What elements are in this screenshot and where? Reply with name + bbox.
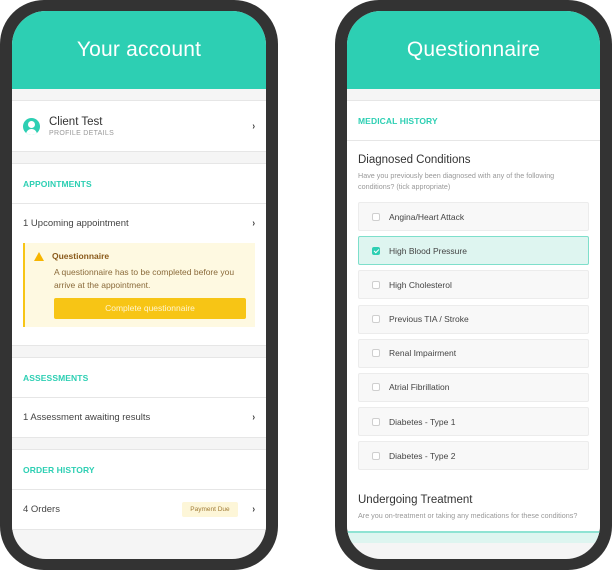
payment-due-badge: Payment Due <box>182 502 238 517</box>
condition-label: Diabetes - Type 2 <box>389 450 456 461</box>
undergoing-treatment-heading: Undergoing Treatment <box>358 493 473 506</box>
chevron-right-icon: › <box>251 120 255 132</box>
condition-option-renal-impairment[interactable]: Renal Impairment <box>358 338 589 368</box>
conditions-list: Angina/Heart Attack High Blood Pressure … <box>347 192 600 471</box>
appointments-block: APPOINTMENTS 1 Upcoming appointment › Qu… <box>12 164 266 346</box>
phone-frame-questionnaire: Questionnaire MEDICAL HISTORY Diagnosed … <box>335 0 612 570</box>
condition-option-high-cholesterol[interactable]: High Cholesterol <box>358 270 589 300</box>
chevron-right-icon: › <box>251 412 255 423</box>
checkbox[interactable] <box>372 349 380 358</box>
alert-text: A questionnaire has to be completed befo… <box>54 267 235 290</box>
checkbox[interactable] <box>372 451 380 460</box>
condition-label: Previous TIA / Stroke <box>389 314 469 325</box>
condition-option-high-blood-pressure[interactable]: High Blood Pressure <box>358 236 589 266</box>
questionnaire-alert: Questionnaire A questionnaire has to be … <box>23 243 255 327</box>
order-history-block: ORDER HISTORY 4 Orders Payment Due › <box>12 450 266 530</box>
orders-row[interactable]: 4 Orders Payment Due › <box>12 490 266 529</box>
condition-option-diabetes-type-1[interactable]: Diabetes - Type 1 <box>358 407 589 437</box>
profile-subtitle: PROFILE DETAILS <box>49 129 115 137</box>
chevron-right-icon: › <box>251 504 255 515</box>
checkbox[interactable] <box>372 212 380 221</box>
page-title: Questionnaire <box>347 11 600 89</box>
spacer <box>12 346 266 358</box>
checkbox[interactable] <box>372 417 380 426</box>
condition-label: High Blood Pressure <box>389 245 467 256</box>
orders-label: 4 Orders <box>23 504 60 515</box>
condition-option-atrial-fibrillation[interactable]: Atrial Fibrillation <box>358 372 589 402</box>
spacer <box>12 89 266 101</box>
medical-history-section-title: MEDICAL HISTORY <box>347 101 600 141</box>
profile-name: Client Test <box>49 115 103 128</box>
treatment-option-partial[interactable] <box>347 530 600 543</box>
condition-option-angina[interactable]: Angina/Heart Attack <box>358 202 589 231</box>
order-history-section-title: ORDER HISTORY <box>12 450 266 490</box>
phone-frame-account: Your account Client Test PROFILE DETAILS… <box>0 0 278 570</box>
checkbox[interactable] <box>372 280 380 289</box>
complete-questionnaire-button[interactable]: Complete questionnaire <box>54 298 246 319</box>
diagnosed-conditions-heading: Diagnosed Conditions <box>358 154 471 166</box>
warning-icon <box>34 251 44 261</box>
checkbox[interactable] <box>372 383 380 392</box>
page-title: Your account <box>12 11 266 89</box>
spacer <box>12 152 266 164</box>
upcoming-appointment-label: 1 Upcoming appointment <box>23 218 129 229</box>
assessments-block: ASSESSMENTS 1 Assessment awaiting result… <box>12 358 266 438</box>
diagnosed-conditions-prompt: Have you previously been diagnosed with … <box>358 171 555 191</box>
condition-option-tia-stroke[interactable]: Previous TIA / Stroke <box>358 304 589 334</box>
account-screen: Your account Client Test PROFILE DETAILS… <box>12 11 266 559</box>
condition-label: High Cholesterol <box>389 279 452 290</box>
upcoming-appointment-row[interactable]: 1 Upcoming appointment › <box>12 204 266 243</box>
condition-label: Diabetes - Type 1 <box>389 416 456 427</box>
condition-option-diabetes-type-2[interactable]: Diabetes - Type 2 <box>358 441 589 471</box>
spacer <box>347 89 600 101</box>
assessment-row[interactable]: 1 Assessment awaiting results › <box>12 398 266 437</box>
questionnaire-body: MEDICAL HISTORY Diagnosed Conditions Hav… <box>347 101 600 543</box>
avatar-icon <box>23 117 40 135</box>
assessments-section-title: ASSESSMENTS <box>12 358 266 398</box>
undergoing-treatment-prompt: Are you on-treatment or taking any medic… <box>358 510 578 520</box>
profile-details-row[interactable]: Client Test PROFILE DETAILS › <box>12 101 266 151</box>
questionnaire-screen: Questionnaire MEDICAL HISTORY Diagnosed … <box>347 11 600 559</box>
condition-label: Atrial Fibrillation <box>389 382 450 393</box>
chevron-right-icon: › <box>251 218 255 229</box>
alert-title: Questionnaire <box>52 251 110 261</box>
profile-block: Client Test PROFILE DETAILS › <box>12 101 266 152</box>
condition-label: Renal Impairment <box>389 348 457 359</box>
spacer <box>12 438 266 450</box>
assessment-label: 1 Assessment awaiting results <box>23 412 151 423</box>
checkbox[interactable] <box>372 315 380 324</box>
appointments-section-title: APPOINTMENTS <box>12 164 266 204</box>
checkbox-checked[interactable] <box>372 246 380 255</box>
condition-label: Angina/Heart Attack <box>389 211 465 222</box>
